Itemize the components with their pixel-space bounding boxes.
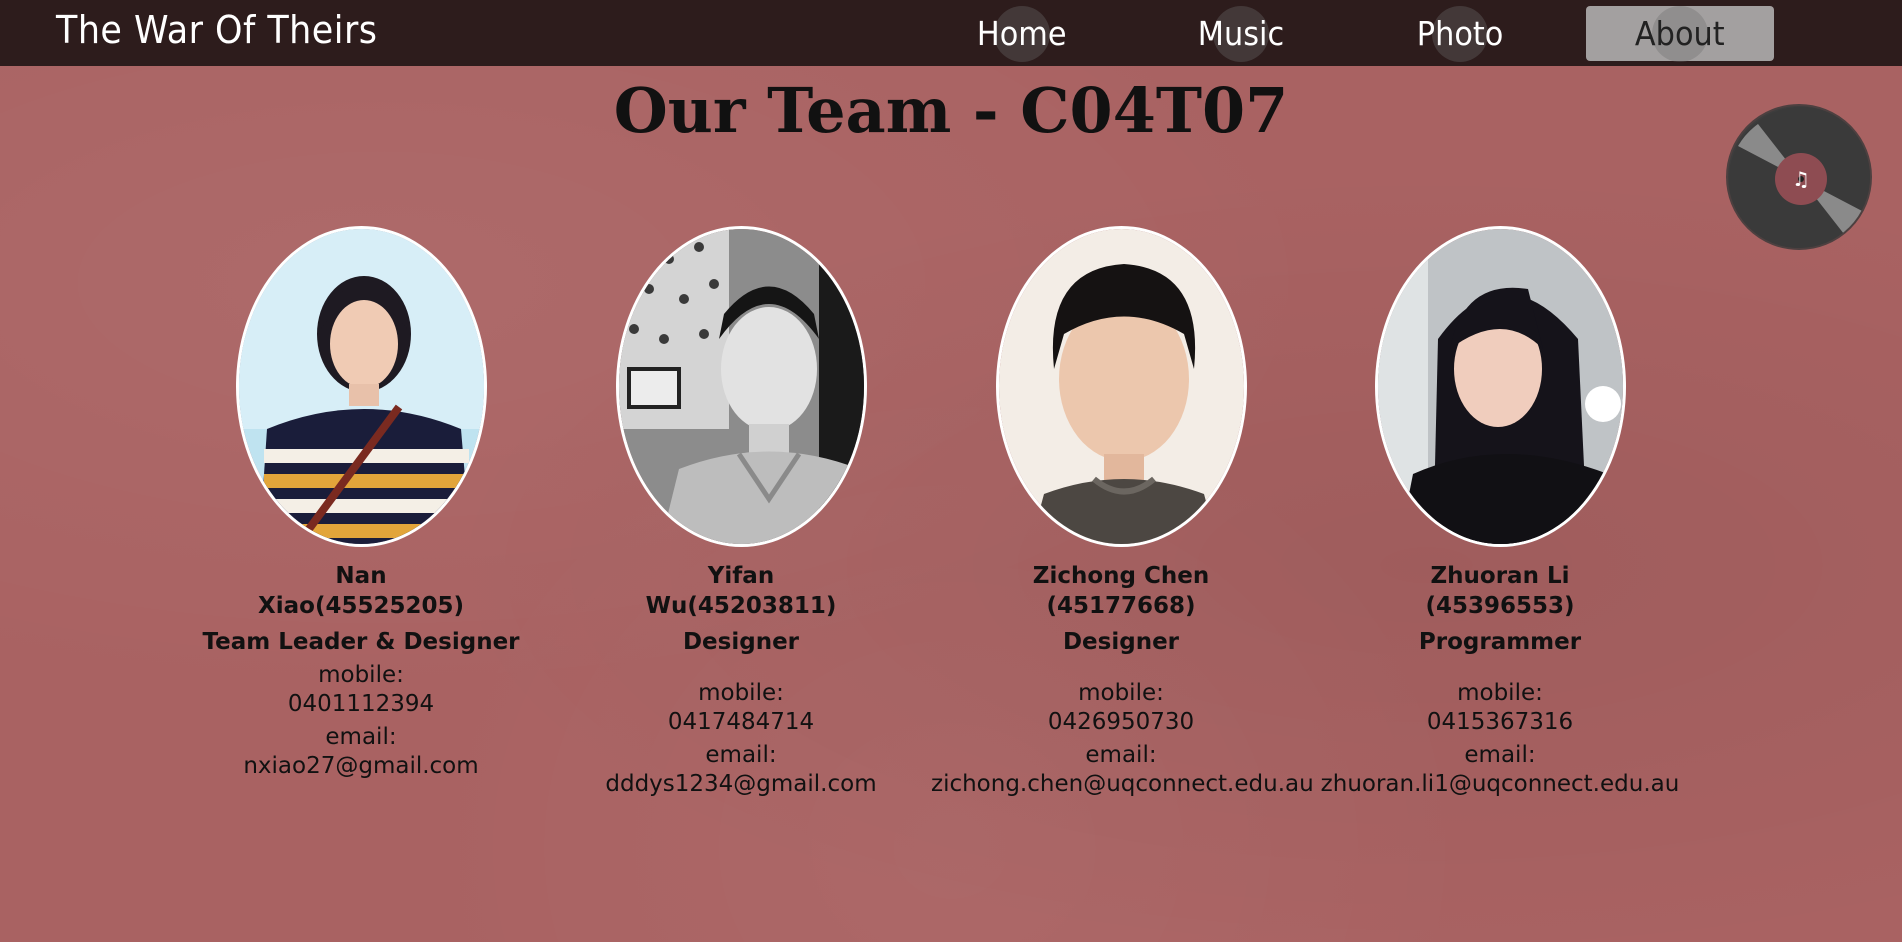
vinyl-record-icon: ♫	[1729, 107, 1870, 248]
team-member-card: Zhuoran Li (45396553) Programmer mobile:…	[1310, 226, 1690, 799]
email-label: email:	[1085, 742, 1157, 768]
member-role: Designer	[682, 629, 800, 655]
mobile-value: 0401112394	[287, 691, 435, 717]
email-label: email:	[705, 742, 777, 768]
site-brand[interactable]: The War Of Theirs	[56, 8, 377, 52]
member-name: Nan Xiao(45525205)	[258, 563, 464, 619]
mobile-value: 0417484714	[667, 709, 815, 735]
email-label: email:	[1464, 742, 1536, 768]
mobile-label: mobile:	[318, 662, 404, 688]
member-photo	[615, 226, 867, 547]
member-photo	[995, 226, 1247, 547]
email-value: dddys1234@gmail.com	[605, 771, 877, 797]
nav-about[interactable]: About	[1586, 5, 1774, 62]
mobile-label: mobile:	[698, 680, 784, 706]
email-value: zichong.chen@uqconnect.edu.au	[931, 771, 1314, 797]
mobile-value: 0415367316	[1426, 709, 1574, 735]
member-name: Zichong Chen (45177668)	[1032, 563, 1210, 619]
member-name: Yifan Wu(45203811)	[645, 563, 837, 619]
member-role: Designer	[1062, 629, 1180, 655]
member-role: Team Leader & Designer	[202, 629, 520, 655]
nav-photo-label: Photo	[1416, 14, 1504, 53]
nav-home-label: Home	[977, 14, 1067, 53]
nav-music[interactable]: Music	[1147, 5, 1335, 62]
team-member-card: Zichong Chen (45177668) Designer mobile:…	[931, 226, 1314, 799]
nav-music-label: Music	[1197, 14, 1285, 53]
nav-home[interactable]: Home	[928, 5, 1116, 62]
member-photo	[1374, 226, 1626, 547]
email-label: email:	[325, 724, 397, 750]
member-name: Zhuoran Li (45396553)	[1425, 563, 1575, 619]
mobile-label: mobile:	[1457, 680, 1543, 706]
page-title: Our Team - C04T07	[613, 74, 1289, 147]
member-role: Programmer	[1418, 629, 1582, 655]
nav-about-label: About	[1635, 14, 1725, 53]
member-photo	[235, 226, 487, 547]
team-member-card: Nan Xiao(45525205) Team Leader & Designe…	[171, 226, 551, 781]
svg-text:♫: ♫	[1792, 167, 1810, 191]
nav-photo[interactable]: Photo	[1366, 5, 1554, 62]
music-player-button[interactable]: ♫	[1726, 104, 1872, 250]
mobile-label: mobile:	[1078, 680, 1164, 706]
team-member-card: Yifan Wu(45203811) Designer mobile: 0417…	[551, 226, 931, 799]
email-value: zhuoran.li1@uqconnect.edu.au	[1320, 771, 1680, 797]
email-value: nxiao27@gmail.com	[243, 753, 479, 779]
mobile-value: 0426950730	[1047, 709, 1195, 735]
top-navbar: The War Of Theirs Home Music Photo About	[0, 0, 1902, 66]
